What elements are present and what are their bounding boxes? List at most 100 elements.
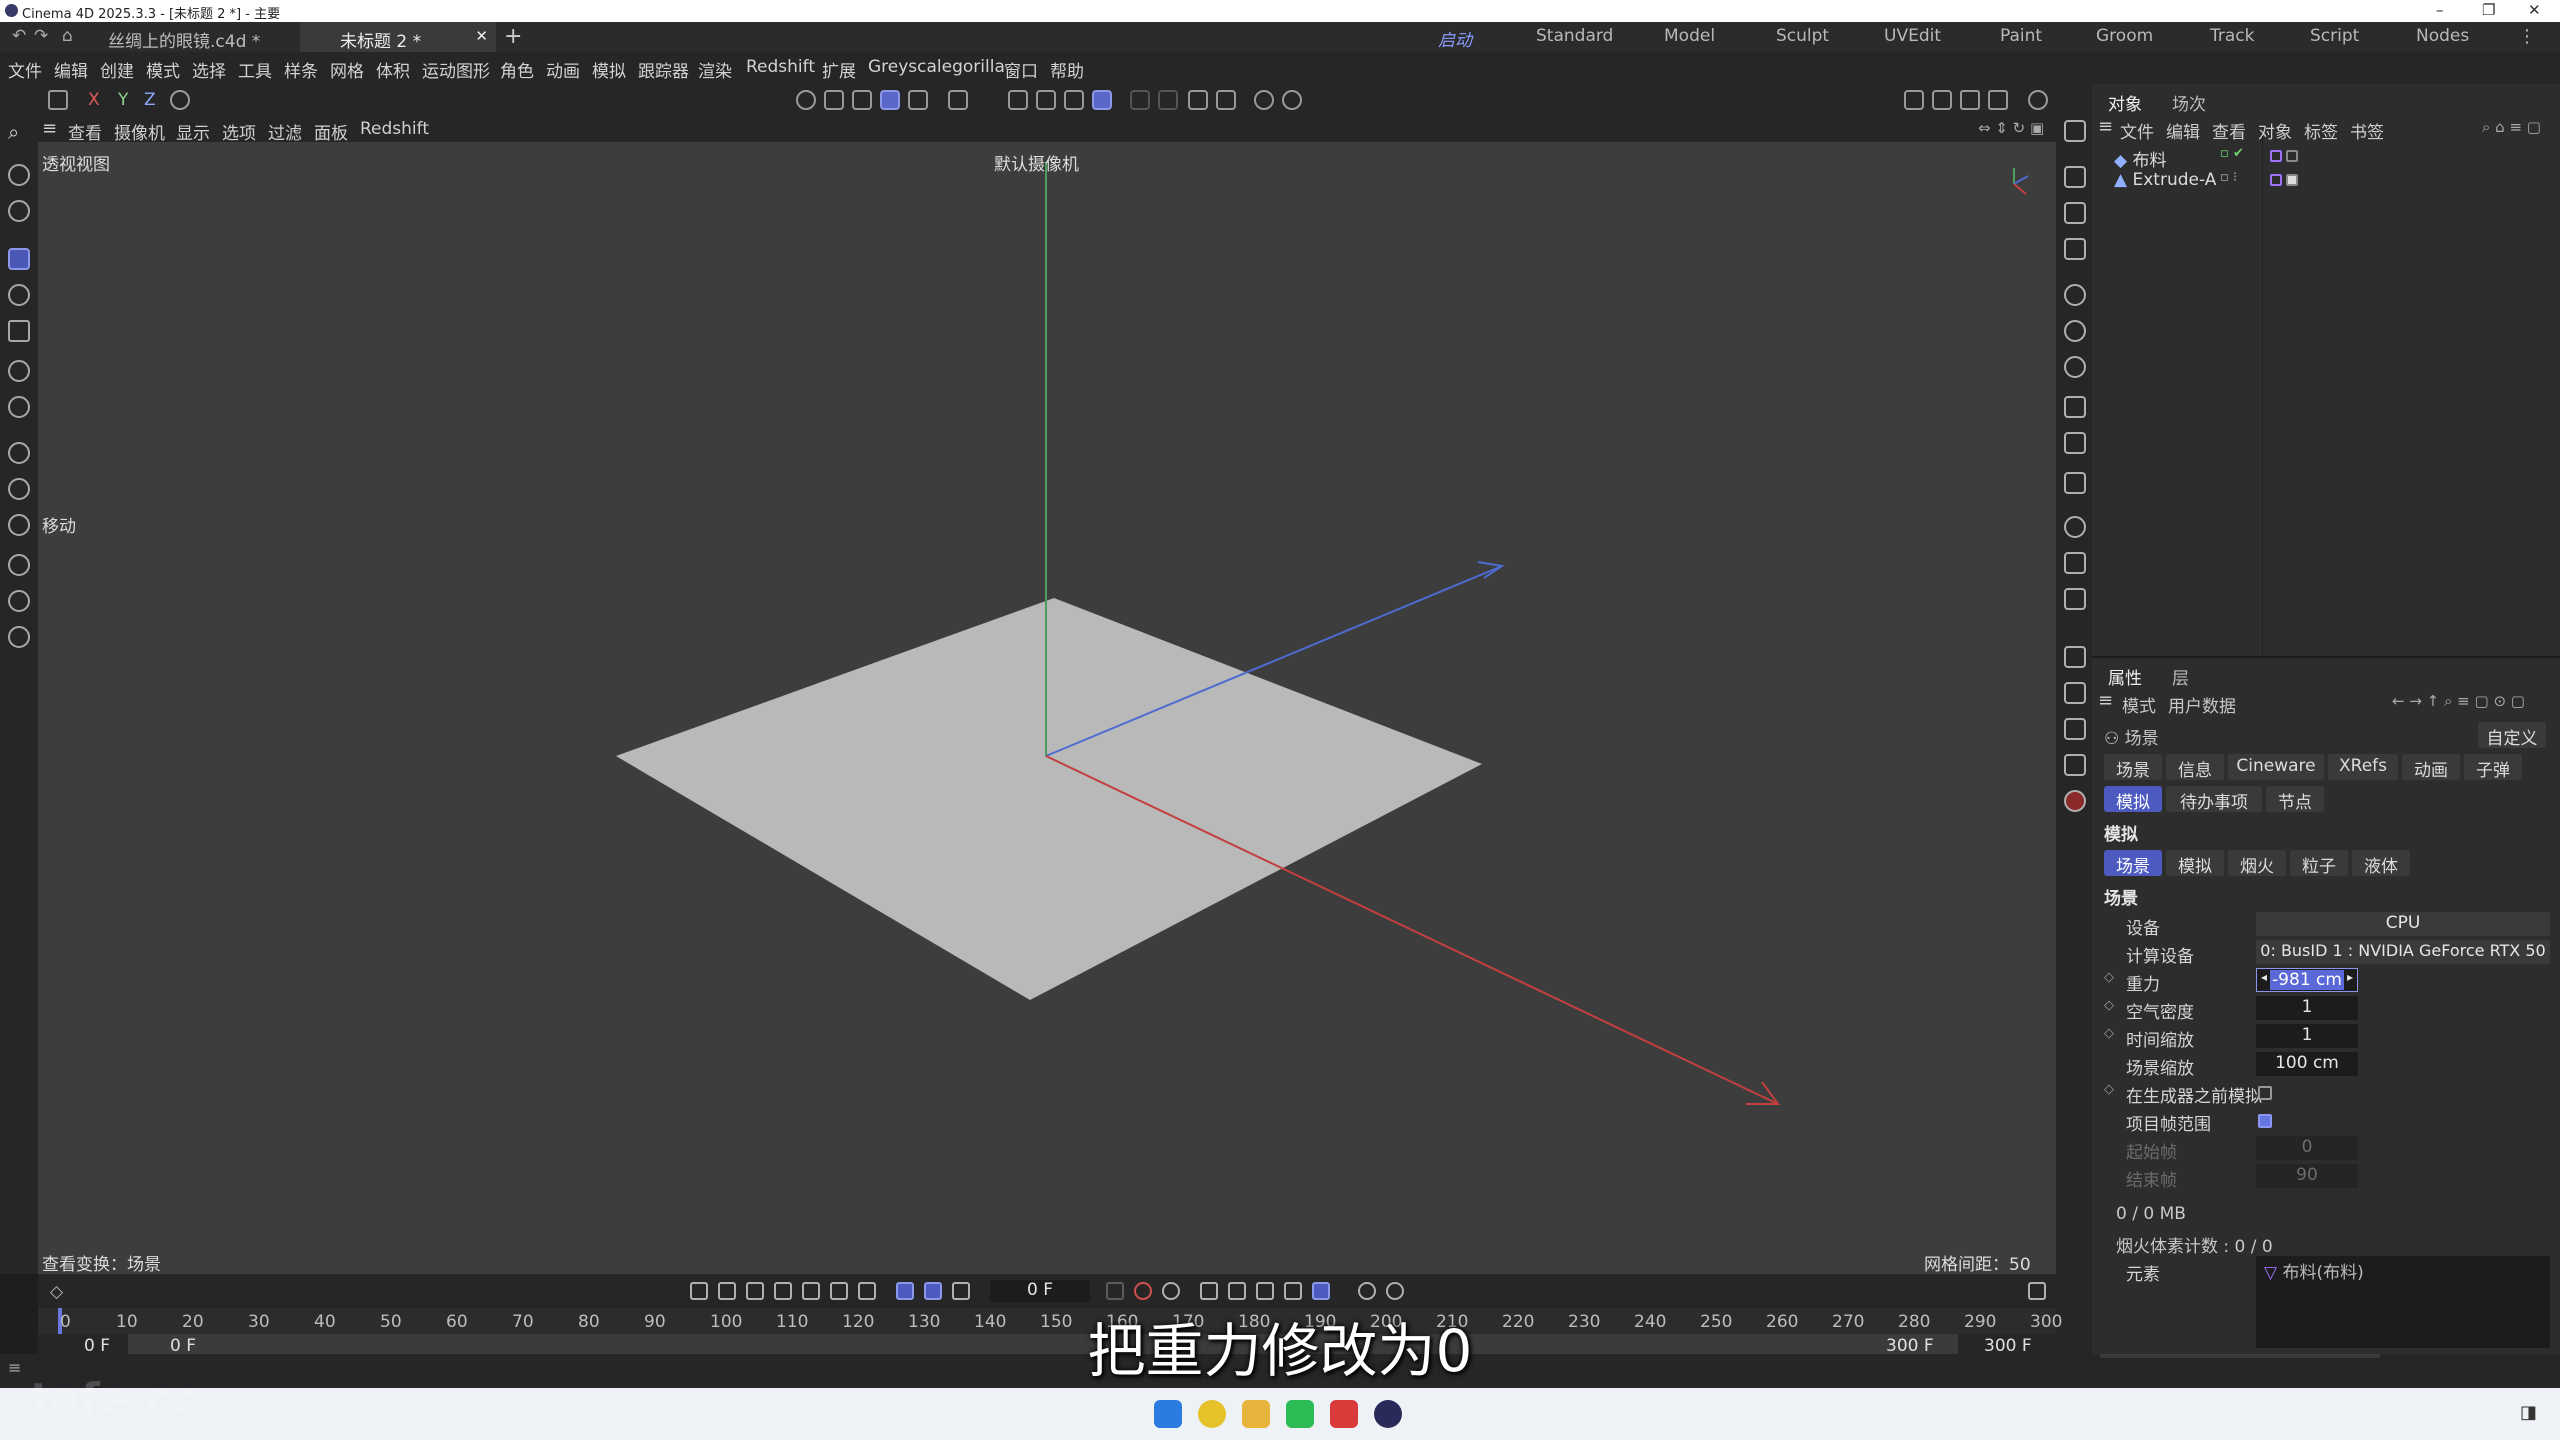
windows-start-icon[interactable] [1154, 1400, 1182, 1428]
redshift-render-icon[interactable] [2028, 90, 2048, 110]
play-icon[interactable] [774, 1282, 792, 1300]
environment-icon[interactable] [2064, 472, 2086, 494]
more-vertical-icon[interactable]: ⋮ [2518, 26, 2536, 47]
menu-file[interactable]: 文件 [8, 57, 42, 82]
grid-snap-icon[interactable] [1064, 90, 1084, 110]
prev-frame-icon[interactable] [746, 1282, 764, 1300]
preset-dropdown[interactable]: 自定义 ▾ [2478, 722, 2546, 769]
render-settings-icon[interactable] [1988, 90, 2008, 110]
subtab-liquids[interactable]: 液体 [2352, 850, 2410, 877]
transform-tool-icon[interactable] [8, 360, 30, 382]
om-menu-edit[interactable]: 编辑 [2166, 118, 2200, 143]
vp-menu-panel[interactable]: 面板 [314, 119, 348, 144]
tab-info[interactable]: 信息 [2166, 754, 2224, 781]
vp-menu-redshift[interactable]: Redshift [360, 119, 429, 139]
menu-tools[interactable]: 工具 [238, 57, 272, 82]
tab-simulation[interactable]: 模拟 [2104, 786, 2162, 813]
param-key-icon[interactable] [1284, 1282, 1302, 1300]
locks-icon[interactable] [1188, 90, 1208, 110]
save-icon[interactable] [48, 90, 68, 110]
camtasia-red-icon[interactable] [1330, 1400, 1358, 1428]
redo-icon[interactable]: ↷ [34, 26, 48, 46]
camera-icon[interactable] [2064, 552, 2086, 574]
menu-character[interactable]: 角色 [500, 57, 534, 82]
collider-tag-icon[interactable] [2270, 174, 2282, 186]
render-region-icon[interactable] [1932, 90, 1952, 110]
search-icon[interactable]: ⌕ [8, 120, 19, 144]
device-dropdown[interactable]: CPU [2256, 912, 2550, 936]
soft-selection-icon[interactable] [8, 396, 30, 418]
next-frame-icon[interactable] [802, 1282, 820, 1300]
menu-simulate[interactable]: 模拟 [592, 57, 626, 82]
menu-mesh[interactable]: 网格 [330, 57, 364, 82]
y-axis-lock[interactable]: Y [118, 90, 128, 110]
sound-icon[interactable] [952, 1282, 970, 1300]
om-menu-bookmarks[interactable]: 书签 [2350, 118, 2384, 143]
menu-volume[interactable]: 体积 [376, 57, 410, 82]
mograph-cloner-icon[interactable] [2064, 320, 2086, 342]
cinema4d-taskbar-icon[interactable] [1374, 1400, 1402, 1428]
menu-mode[interactable]: 模式 [146, 57, 180, 82]
menu-mode[interactable]: 模式 [2122, 692, 2156, 717]
visibility-check-icon[interactable]: ▫ ✔ [2220, 146, 2244, 161]
hamburger-icon[interactable]: ≡ [2098, 116, 2113, 137]
tab-xrefs[interactable]: XRefs [2328, 754, 2398, 780]
rotate-tool-icon[interactable] [8, 284, 30, 306]
hamburger-icon[interactable]: ≡ [2098, 690, 2113, 711]
tab-cineware[interactable]: Cineware [2228, 754, 2324, 780]
cube-icon[interactable] [2064, 202, 2086, 224]
layout-tab-standard[interactable]: Standard [1536, 26, 1613, 46]
volume-icon[interactable] [2064, 432, 2086, 454]
minimize-icon[interactable]: – [2436, 1, 2444, 19]
end-frame-field[interactable]: 90 [2256, 1164, 2358, 1188]
subtab-pyro[interactable]: 烟火 [2228, 850, 2286, 877]
pla-key-icon[interactable] [1312, 1282, 1330, 1300]
object-row-extrude[interactable]: ▲ Extrude-A [2114, 170, 2216, 190]
new-tab-icon[interactable]: + [504, 24, 522, 49]
polygons-mode-icon[interactable] [880, 90, 900, 110]
cloth-tag-icon[interactable] [2270, 150, 2282, 162]
workflow-icon[interactable] [2064, 120, 2086, 142]
texture-tag-icon[interactable] [2286, 174, 2298, 186]
menu-spline[interactable]: 样条 [284, 57, 318, 82]
file-explorer-icon[interactable] [1242, 1400, 1270, 1428]
picture-viewer-icon[interactable] [2064, 682, 2086, 704]
guides-icon[interactable] [1216, 90, 1236, 110]
keyframe-diamond-icon[interactable]: ◇ [2104, 1026, 2114, 1041]
tag-icon[interactable] [2064, 588, 2086, 610]
material-tag-icon[interactable] [2286, 150, 2298, 162]
spline-pen-icon[interactable] [8, 442, 30, 464]
redshift-icon[interactable] [2064, 790, 2086, 812]
deformer-icon[interactable] [2064, 356, 2086, 378]
field-icon[interactable] [2064, 396, 2086, 418]
menu-redshift[interactable]: Redshift [746, 57, 815, 77]
layout-tab-track[interactable]: Track [2210, 26, 2254, 46]
viewport-camera[interactable]: 默认摄像机 [994, 150, 1079, 175]
autokey-icon[interactable] [1134, 1282, 1152, 1300]
render-to-picture-viewer-icon[interactable] [1960, 90, 1980, 110]
tab-scene[interactable]: 场景 [2104, 754, 2162, 781]
live-selection-icon[interactable] [8, 200, 30, 222]
viewport-nav-icons[interactable]: ⇔ ⇕ ↻ ▣ [1978, 119, 2044, 137]
home-icon[interactable]: ⌂ [62, 26, 73, 46]
preview-range-icon[interactable] [924, 1282, 942, 1300]
om-menu-tags[interactable]: 标签 [2304, 118, 2338, 143]
menu-select[interactable]: 选择 [192, 57, 226, 82]
axis-mode-icon[interactable] [948, 90, 968, 110]
current-frame-field[interactable]: 0 F [990, 1280, 1090, 1302]
layout-tab-model[interactable]: Model [1664, 26, 1715, 46]
generator-icon[interactable] [2064, 284, 2086, 306]
pen-icon[interactable] [8, 590, 30, 612]
tab-takes[interactable]: 场次 [2172, 90, 2206, 115]
layout-tab-sculpt[interactable]: Sculpt [1776, 26, 1829, 46]
snap-icon[interactable] [1008, 90, 1028, 110]
perspective-viewport[interactable]: 透视视图 默认摄像机 移动 查看变换：场景 网格间距：50 cm [38, 142, 2056, 1274]
menu-create[interactable]: 创建 [100, 57, 134, 82]
vp-menu-cameras[interactable]: 摄像机 [114, 119, 165, 144]
solo-icon[interactable] [1254, 90, 1274, 110]
paint-icon[interactable] [2064, 646, 2086, 668]
object-row-cloth[interactable]: ◆ 布料 [2114, 146, 2166, 171]
scene-scale-field[interactable]: 100 cm [2256, 1052, 2358, 1076]
timeline-expand-icon[interactable] [2028, 1282, 2046, 1300]
tab-layers[interactable]: 层 [2172, 664, 2189, 689]
